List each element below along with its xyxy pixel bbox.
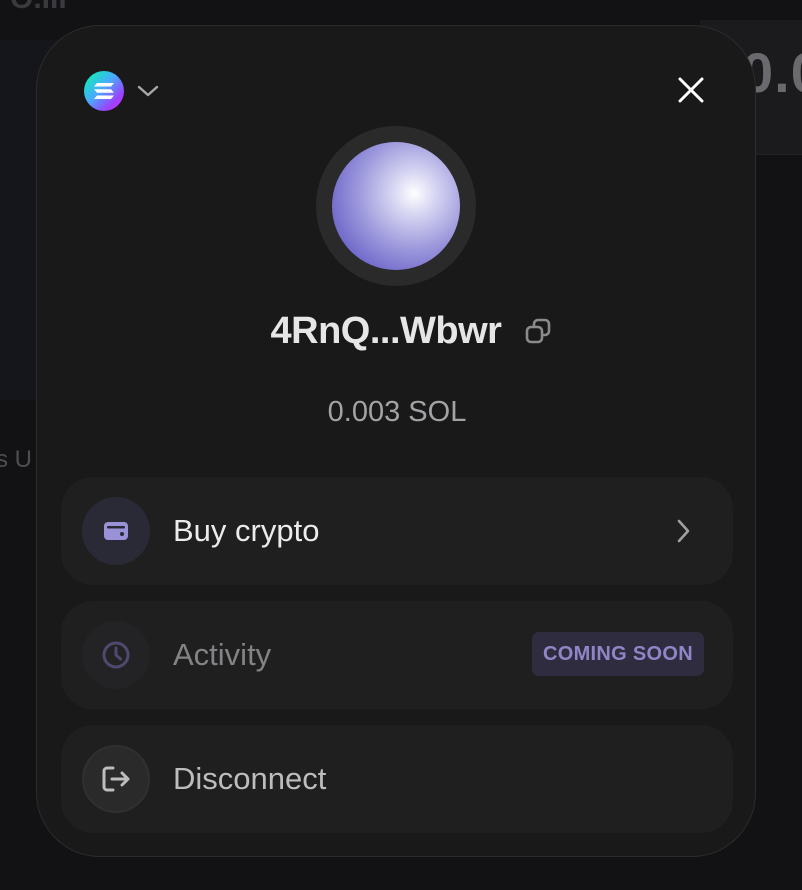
wallet-balance: 0.003 SOL <box>327 396 467 428</box>
chevron-down-icon <box>136 79 160 103</box>
buy-crypto-label: Buy crypto <box>173 513 320 548</box>
background-heading: O.III <box>10 0 67 16</box>
close-button[interactable] <box>673 72 709 108</box>
copy-icon <box>526 318 551 344</box>
clock-icon <box>82 621 150 689</box>
solana-logo-icon <box>84 71 124 111</box>
activity-item: Activity COMING SOON <box>61 601 733 709</box>
disconnect-label: Disconnect <box>173 761 327 796</box>
activity-label: Activity <box>173 637 272 672</box>
wallet-modal: 4RnQ...Wbwr 0.003 SOL Buy crypto Activit… <box>36 25 756 857</box>
avatar <box>316 126 476 286</box>
logout-icon <box>82 745 150 813</box>
buy-crypto-button[interactable]: Buy crypto <box>61 477 733 585</box>
avatar-image <box>332 142 460 270</box>
background-label: s U <box>0 446 32 473</box>
chevron-right-icon <box>671 519 695 543</box>
coming-soon-badge: COMING SOON <box>532 632 704 676</box>
address-row: 4RnQ...Wbwr <box>37 306 757 356</box>
copy-address-button[interactable] <box>523 316 553 346</box>
wallet-card-icon <box>82 497 150 565</box>
close-icon <box>678 77 704 103</box>
disconnect-button[interactable]: Disconnect <box>61 725 733 833</box>
chain-selector[interactable] <box>84 70 160 112</box>
wallet-address: 4RnQ...Wbwr <box>270 309 502 352</box>
